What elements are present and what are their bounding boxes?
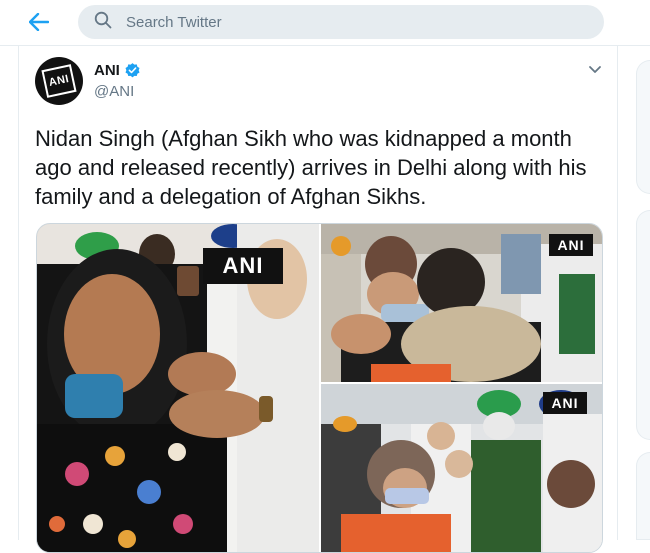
author-name[interactable]: ANI xyxy=(94,62,120,79)
author-handle[interactable]: @ANI xyxy=(94,83,134,100)
ani-logo: ANI xyxy=(41,64,77,98)
search-input[interactable] xyxy=(126,13,586,31)
tweet-column: ANI ANI @ANI Nidan Singh (Afghan Sikh wh… xyxy=(18,46,618,553)
tweet-photo-1[interactable]: ANI xyxy=(37,224,319,552)
tweet-photo-3[interactable]: ANI xyxy=(321,384,602,552)
tweet-photo-2[interactable]: ANI xyxy=(321,224,602,382)
ani-watermark: ANI xyxy=(549,234,593,256)
author-row: ANI xyxy=(94,62,141,79)
sidebar-card xyxy=(636,60,650,194)
tweet-text: Nidan Singh (Afghan Sikh who was kidnapp… xyxy=(35,126,587,209)
sidebar-card xyxy=(636,210,650,440)
sidebar-card xyxy=(636,452,650,540)
ani-watermark: ANI xyxy=(203,248,283,284)
search-bar[interactable] xyxy=(78,5,604,39)
verified-badge-icon xyxy=(125,63,140,78)
ani-logo-text: ANI xyxy=(47,73,71,89)
chevron-down-icon[interactable] xyxy=(586,60,604,78)
ani-watermark: ANI xyxy=(543,392,587,414)
avatar[interactable]: ANI xyxy=(35,57,83,105)
back-arrow-icon[interactable] xyxy=(24,9,54,35)
top-bar xyxy=(0,0,650,46)
tweet-media-grid: ANI ANI ANI xyxy=(36,223,603,553)
search-icon xyxy=(94,11,112,34)
